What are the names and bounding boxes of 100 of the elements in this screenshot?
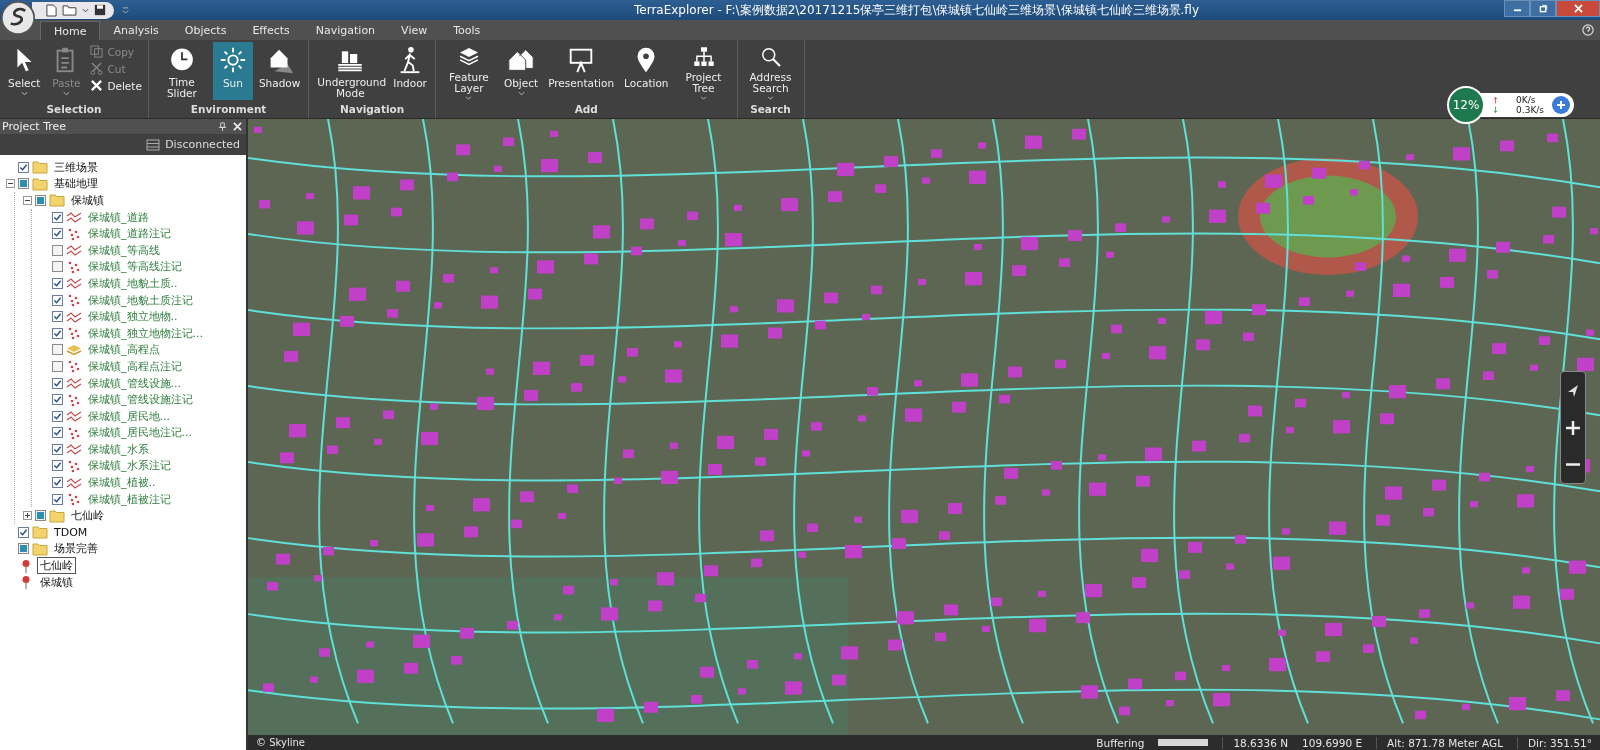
ribbon-tab[interactable]: View [388,21,441,40]
tree-item[interactable]: 保城镇_植被注记 [85,490,174,508]
ribbon-button[interactable]: Presentation [544,42,619,100]
ribbon-tab[interactable]: Home [40,21,101,40]
tree-item[interactable]: 保城镇_等高线注记 [85,258,185,276]
ribbon-tab[interactable]: Analysis [100,21,172,40]
checkbox[interactable] [52,477,63,489]
tree-item[interactable]: 保城镇_道路 [85,208,152,226]
checkbox[interactable] [52,211,63,223]
checkbox[interactable] [52,360,63,372]
upload-rate: 0K/s [1516,95,1536,105]
buffering-label: Buffering [1096,736,1145,749]
tree-item[interactable]: 保城镇_水系注记 [85,457,174,475]
point-layer-icon [66,425,82,440]
add-button[interactable] [1552,96,1570,114]
tree-item[interactable]: 保城镇_独立地物注记... [85,324,206,342]
restore-button[interactable] [1530,0,1556,17]
ribbon-tab[interactable]: Objects [171,21,240,40]
line-layer-icon [66,442,82,457]
checkbox[interactable] [52,277,63,289]
ribbon-button[interactable]: Underground Mode [313,42,388,100]
copy-icon [90,45,104,58]
longitude: 109.6990 E [1302,736,1363,749]
checkbox[interactable] [52,377,63,389]
ribbon-tab[interactable]: Navigation [302,21,389,40]
tree-item[interactable]: 保城镇_道路注记 [85,225,174,243]
tree-item[interactable]: 保城镇 [37,573,76,591]
new-file-icon[interactable] [46,3,57,17]
tree-item[interactable]: 场景完善 [51,540,101,558]
tree-item[interactable]: 保城镇 [68,192,107,209]
ribbon-button[interactable]: Address Search [741,42,800,100]
checkbox[interactable] [52,261,63,273]
expand-toggle[interactable] [23,511,32,521]
checkbox[interactable] [52,311,63,323]
help-icon[interactable] [1582,24,1594,36]
checkbox[interactable] [18,526,29,538]
checkbox[interactable] [18,161,29,173]
checkbox[interactable] [52,460,63,472]
ribbon-button[interactable]: Delete [88,78,144,93]
point-layer-icon [66,326,82,341]
ribbon-button[interactable]: Project Tree [674,42,733,100]
checkbox[interactable] [52,427,63,439]
tree-item[interactable]: 七仙岭 [37,557,76,575]
tree-item[interactable]: 保城镇_水系 [85,440,152,458]
tree-item[interactable]: 七仙岭 [68,507,107,525]
point-layer-icon [66,392,82,407]
ribbon-button[interactable]: Object [499,42,543,100]
collapse-toggle[interactable] [23,196,32,205]
tree-item[interactable]: 保城镇_高程点注记 [85,357,185,375]
ribbon-button[interactable]: Location [620,42,673,100]
tree-item[interactable]: 保城镇_地貌土质注记 [85,291,196,309]
tree-item[interactable]: 基础地理 [51,175,101,193]
save-icon[interactable] [94,4,106,16]
ribbon-button[interactable]: Shadow [254,42,305,100]
group-label: Add [573,103,599,117]
caret-icon[interactable] [82,7,89,13]
tree-item[interactable]: 保城镇_居民地注记... [85,424,195,442]
ribbon-button[interactable]: Feature Layer [439,42,498,100]
checkbox[interactable] [52,228,63,240]
checkbox[interactable] [52,294,63,306]
tree-item[interactable]: 保城镇_独立地物.. [85,308,181,326]
tree-item[interactable]: 三维场景 [51,158,101,176]
minimize-button[interactable] [1504,0,1530,17]
ribbon-button[interactable]: Sun [212,42,253,100]
point-layer-icon [66,293,82,308]
tree-item[interactable]: TDOM [51,524,91,540]
ribbon-tab[interactable]: Effects [239,21,303,40]
folder-icon [32,160,48,175]
folder-icon [49,193,65,208]
ribbon-button[interactable]: Select [4,42,45,100]
tree-item[interactable]: 保城镇_管线设施... [85,374,184,392]
server-icon [146,138,161,151]
ribbon-tab[interactable]: Tools [440,21,494,40]
collapse-toggle[interactable] [6,179,15,189]
tree-item[interactable]: 保城镇_居民地... [85,407,173,425]
pin-icon[interactable] [218,122,227,131]
checkbox[interactable] [52,244,63,256]
checkbox[interactable] [52,394,63,406]
tree-item[interactable]: 保城镇_植被.. [85,474,159,492]
checkbox[interactable] [52,443,63,455]
checkbox[interactable] [52,410,63,422]
window-title: TerraExplorer - F:\案例数据2\20171215保亭三维打包\保城镇七仙岭三维场景\保城镇七仙岭三维场景.fly [633,1,1200,19]
point-layer-icon [66,259,82,274]
ribbon-button[interactable]: Indoor [389,42,431,100]
close-icon[interactable] [233,122,242,131]
tree-item[interactable]: 保城镇_等高线 [85,241,163,259]
point-layer-icon [66,359,82,374]
checkbox[interactable] [52,493,63,505]
tree-item[interactable]: 保城镇_管线设施注记 [85,391,196,409]
tree-item[interactable]: 保城镇_高程点 [85,341,163,359]
checkbox[interactable] [52,327,63,339]
tree-item[interactable]: 保城镇_地貌土质.. [85,274,181,292]
ribbon-button[interactable]: Time Slider [152,42,211,100]
line-layer-icon [66,276,82,291]
close-button[interactable] [1556,0,1600,17]
checkbox[interactable] [52,344,63,356]
folder-icon[interactable] [62,4,77,16]
point-layer-icon [66,492,82,507]
scissors-icon [90,62,104,75]
connection-status: Disconnected [165,138,240,151]
